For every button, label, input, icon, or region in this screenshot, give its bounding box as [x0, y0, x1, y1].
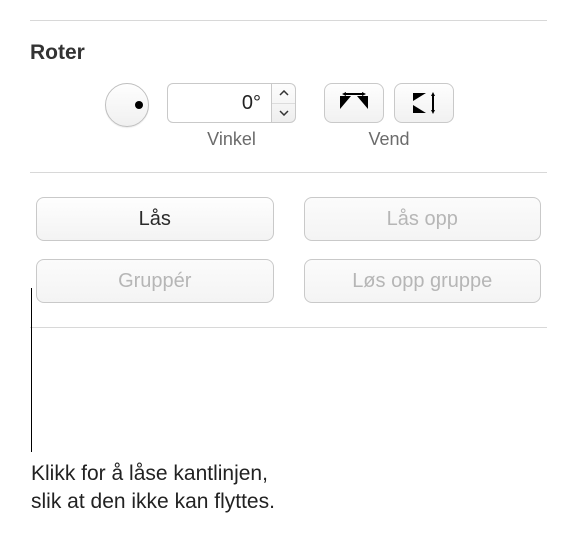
rotate-controls-row: Vinkel: [30, 83, 547, 172]
flip-buttons: [324, 83, 454, 123]
callout-leader-line: [31, 288, 32, 452]
callout-line2: slik at den ikke kan flyttes.: [31, 490, 275, 513]
group-button[interactable]: Gruppér: [36, 259, 274, 303]
rotation-dial-group: [105, 83, 149, 127]
rotation-dial[interactable]: [105, 83, 149, 127]
rotate-section-title: Roter: [30, 41, 547, 65]
angle-input-wrap: [167, 83, 296, 123]
divider-bottom: [30, 327, 547, 328]
angle-step-up[interactable]: [272, 84, 295, 104]
flip-vertical-button[interactable]: [394, 83, 454, 123]
angle-step-down[interactable]: [272, 104, 295, 123]
callout-line1: Klikk for å låse kantlinjen,: [31, 462, 268, 485]
lock-button[interactable]: Lås: [36, 197, 274, 241]
flip-group: Vend: [324, 83, 454, 150]
angle-field[interactable]: [167, 83, 272, 123]
lock-group-grid: Lås Lås opp Gruppér Løs opp gruppe: [30, 173, 547, 327]
format-panel: Roter Vinkel: [0, 0, 577, 328]
flip-vertical-icon: [409, 90, 439, 116]
divider-top: [30, 20, 547, 21]
angle-stepper: [272, 83, 296, 123]
ungroup-button[interactable]: Løs opp gruppe: [304, 259, 542, 303]
angle-label: Vinkel: [207, 129, 256, 150]
unlock-button[interactable]: Lås opp: [304, 197, 542, 241]
flip-label: Vend: [368, 129, 409, 150]
flip-horizontal-button[interactable]: [324, 83, 384, 123]
angle-group: Vinkel: [167, 83, 296, 150]
chevron-up-icon: [279, 90, 289, 96]
flip-horizontal-icon: [337, 92, 371, 114]
chevron-down-icon: [279, 110, 289, 116]
callout-text: Klikk for å låse kantlinjen, slik at den…: [31, 460, 275, 517]
